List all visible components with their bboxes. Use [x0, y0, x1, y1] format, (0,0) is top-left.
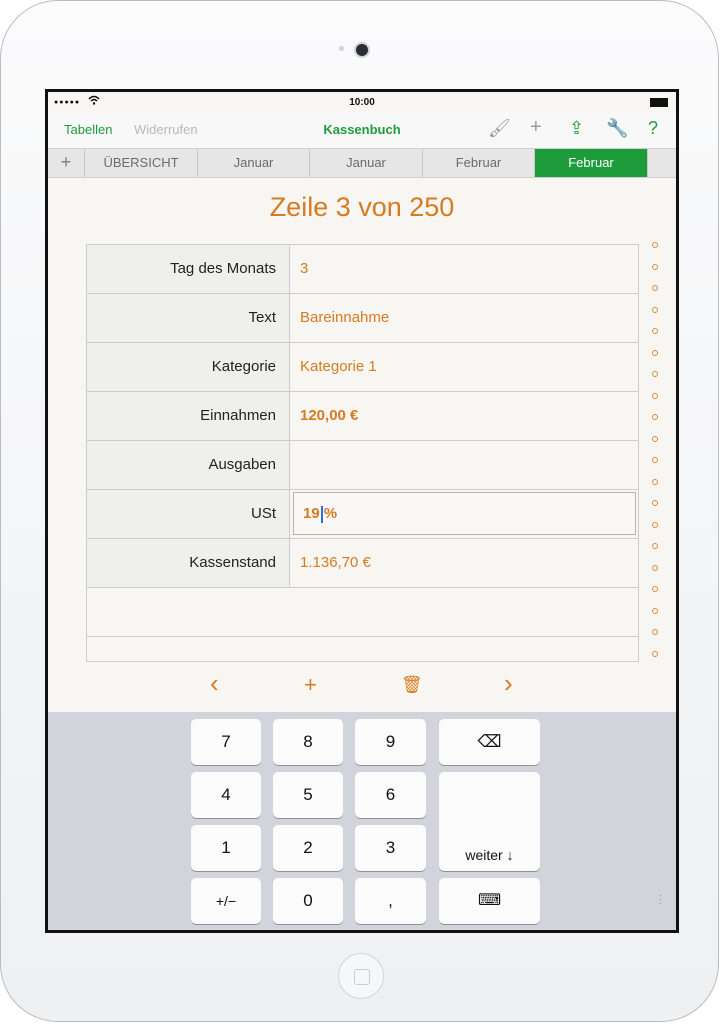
key-9[interactable]: 9 [355, 719, 426, 765]
form-row: Text Bareinnahme [87, 294, 638, 343]
screen: ●●●●● 10:00 Tabellen Widerrufen Kassenbu… [45, 89, 679, 933]
toolbar: Tabellen Widerrufen Kassenbuch 🖌 + ⇪ 🔧 ? [48, 112, 676, 148]
share-icon[interactable]: ⇪ [569, 118, 584, 139]
format-brush-icon[interactable]: 🖌 [488, 118, 511, 139]
scroll-dot [652, 242, 658, 248]
empty-row [87, 637, 638, 662]
scroll-dot [652, 285, 658, 291]
next-key[interactable]: weiter ↓ [439, 772, 540, 871]
sheet-tabs: + ÜBERSICHT Januar Januar Februar Februa… [48, 148, 676, 178]
key-3[interactable]: 3 [355, 825, 426, 871]
scroll-dot [652, 371, 658, 377]
form-row: Kategorie Kategorie 1 [87, 343, 638, 392]
wrench-icon[interactable]: 🔧 [606, 118, 628, 139]
row-actions: ‹ + 🗑 › [48, 668, 676, 702]
tab-uebersicht[interactable]: ÜBERSICHT [85, 149, 198, 177]
form-row: Kassenstand 1.136,70 € [87, 539, 638, 588]
status-time: 10:00 [349, 97, 375, 108]
scroll-dot [652, 306, 658, 313]
backspace-icon: ⌫ [477, 732, 502, 751]
scroll-dot [652, 500, 658, 506]
scroll-dot [652, 263, 658, 270]
scroll-dot [652, 392, 658, 399]
scroll-dot [652, 543, 658, 549]
backspace-key[interactable]: ⌫ [439, 719, 540, 765]
keyboard-handle-icon[interactable]: · · · [659, 891, 662, 908]
key-7[interactable]: 7 [191, 719, 261, 765]
next-row-icon[interactable]: › [504, 668, 513, 699]
undo-button[interactable]: Widerrufen [134, 122, 198, 137]
form-row: Tag des Monats 3 [87, 245, 638, 294]
scroll-dot [652, 629, 658, 635]
home-button[interactable] [338, 953, 384, 999]
text-caret [320, 505, 323, 523]
key-2[interactable]: 2 [273, 825, 343, 871]
delete-row-icon[interactable]: 🗑 [401, 675, 423, 695]
row-value-field[interactable]: 3 [291, 245, 638, 293]
key-1[interactable]: 1 [191, 825, 261, 871]
camera [354, 42, 370, 58]
numbers-app: ●●●●● 10:00 Tabellen Widerrufen Kassenbu… [48, 92, 676, 930]
previous-row-icon[interactable]: ‹ [210, 668, 219, 699]
scroll-dot [652, 586, 658, 592]
row-value-field[interactable] [291, 441, 638, 489]
scroll-dot [652, 650, 658, 657]
home-square-icon [354, 969, 370, 985]
row-label: USt [87, 490, 290, 538]
form-row: USt 19% [87, 490, 638, 539]
numeric-keyboard: 7 8 9 ⌫ 4 5 6 weiter ↓ 1 2 3 +/− 0 , ⌨ ·… [48, 712, 676, 930]
hide-keyboard-key[interactable]: ⌨ [439, 878, 540, 924]
scroll-dot [652, 457, 658, 463]
ipad-frame: ●●●●● 10:00 Tabellen Widerrufen Kassenbu… [0, 0, 719, 1022]
scroll-dot [652, 607, 658, 614]
row-value-field[interactable]: 120,00 € [291, 392, 638, 440]
row-label: Tag des Monats [87, 245, 290, 293]
row-value-field[interactable]: Bareinnahme [291, 294, 638, 342]
battery-icon [650, 98, 668, 107]
scroll-indicator[interactable] [652, 242, 660, 672]
key-8[interactable]: 8 [273, 719, 343, 765]
row-label: Kategorie [87, 343, 290, 391]
form-row: Einnahmen 120,00 € [87, 392, 638, 441]
tab-februar-1[interactable]: Februar [423, 149, 535, 177]
scroll-dot [652, 414, 658, 420]
scroll-dot [652, 349, 658, 356]
scroll-dot [652, 328, 658, 334]
form-row: Ausgaben [87, 441, 638, 490]
add-sheet-button[interactable]: + [48, 149, 85, 177]
key-plus-minus[interactable]: +/− [191, 878, 261, 924]
row-label: Ausgaben [87, 441, 290, 489]
form-title: Zeile 3 von 250 [269, 192, 455, 222]
sensor [339, 46, 344, 51]
empty-row [87, 588, 638, 637]
tab-januar-1[interactable]: Januar [198, 149, 310, 177]
row-value-field[interactable]: 1.136,70 € [291, 539, 638, 587]
key-0[interactable]: 0 [273, 878, 343, 924]
spreadsheets-button[interactable]: Tabellen [64, 122, 112, 137]
keyboard-icon: ⌨ [477, 892, 502, 909]
ust-value-before-caret: 19 [303, 505, 320, 522]
key-4[interactable]: 4 [191, 772, 261, 818]
row-label: Text [87, 294, 290, 342]
key-comma[interactable]: , [355, 878, 426, 924]
help-icon[interactable]: ? [648, 118, 658, 139]
row-value-field[interactable]: Kategorie 1 [291, 343, 638, 391]
ust-input-field[interactable]: 19% [293, 492, 636, 535]
scroll-dot [652, 478, 658, 485]
tab-februar-2[interactable]: Februar [535, 149, 648, 177]
row-label: Kassenstand [87, 539, 290, 587]
scroll-dot [652, 564, 658, 571]
tab-januar-2[interactable]: Januar [310, 149, 423, 177]
next-key-label: weiter ↓ [465, 847, 514, 863]
status-bar: ●●●●● 10:00 [48, 92, 676, 112]
scroll-dot [652, 435, 658, 442]
scroll-dot [652, 521, 658, 528]
add-row-icon[interactable]: + [304, 672, 317, 698]
add-icon[interactable]: + [530, 116, 542, 139]
key-5[interactable]: 5 [273, 772, 343, 818]
row-label: Einnahmen [87, 392, 290, 440]
key-6[interactable]: 6 [355, 772, 426, 818]
form-table: Tag des Monats 3 Text Bareinnahme Katego… [86, 244, 639, 662]
ust-value-after-caret: % [323, 505, 338, 522]
